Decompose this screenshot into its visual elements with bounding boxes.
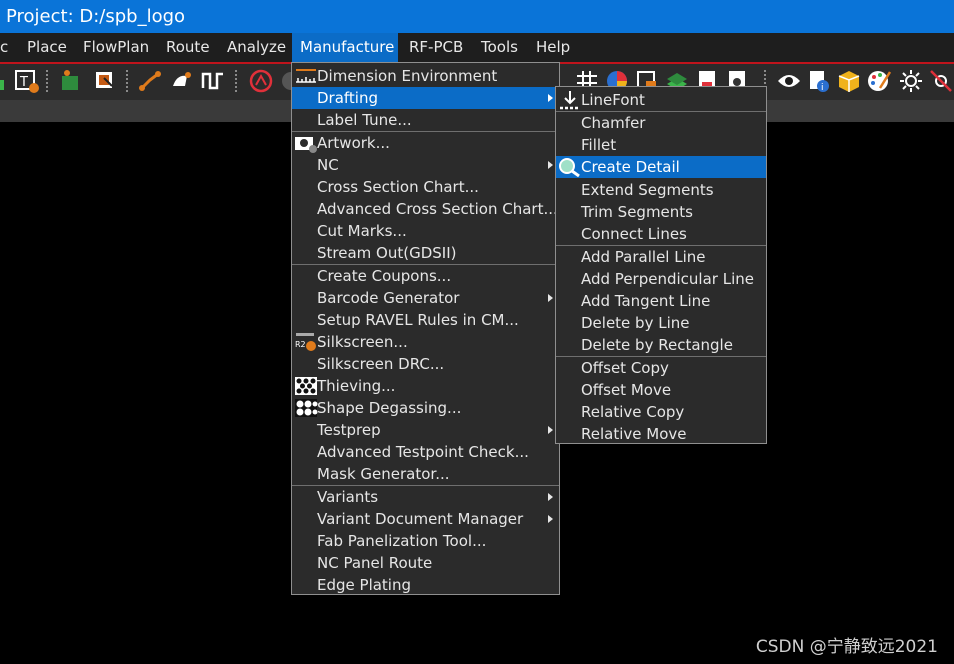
svg-text:i: i [821, 83, 824, 93]
menu-item-offset-copy[interactable]: Offset Copy [556, 357, 766, 379]
menu-item-create-detail[interactable]: Create Detail [556, 156, 766, 178]
menu-item-silkscreen-drc[interactable]: Silkscreen DRC... [292, 353, 559, 375]
thieving-icon [294, 376, 317, 396]
component-icon[interactable] [58, 68, 84, 94]
menu-route[interactable]: Route [158, 33, 218, 62]
menu-item-connect-lines[interactable]: Connect Lines [556, 223, 766, 245]
menu-manufacture[interactable]: Manufacture [292, 33, 398, 62]
linefont-icon [558, 90, 580, 110]
menu-item-chamfer[interactable]: Chamfer [556, 112, 766, 134]
submenu-arrow-icon [548, 94, 553, 102]
disable-icon[interactable] [928, 68, 954, 94]
menu-item-setup-ravel-rules[interactable]: Setup RAVEL Rules in CM... [292, 309, 559, 331]
menu-item-variants[interactable]: Variants [292, 486, 559, 508]
menu-help[interactable]: Help [528, 33, 578, 62]
visibility-eye-icon[interactable] [776, 68, 802, 94]
magnifier-icon [558, 157, 580, 178]
menu-item-add-tangent-line[interactable]: Add Tangent Line [556, 290, 766, 312]
chip-select-icon[interactable] [92, 68, 118, 94]
add-icon[interactable] [0, 68, 6, 94]
brightness-icon[interactable] [898, 68, 924, 94]
svg-text:R2: R2 [295, 340, 306, 349]
menu-item-add-perpendicular-line[interactable]: Add Perpendicular Line [556, 268, 766, 290]
menu-item-trim-segments[interactable]: Trim Segments [556, 201, 766, 223]
menu-item-relative-copy[interactable]: Relative Copy [556, 401, 766, 423]
menu-item-linefont[interactable]: LineFont [556, 89, 766, 111]
window-title: Project: D:/spb_logo [0, 0, 954, 33]
info-document-icon[interactable]: i [806, 68, 832, 94]
submenu-arrow-icon [548, 161, 553, 169]
menu-item-advanced-cross-section-chart[interactable]: Advanced Cross Section Chart... [292, 198, 559, 220]
watermark: CSDN @宁静致远2021 [755, 637, 938, 657]
silkscreen-icon: R2 [294, 332, 316, 352]
menu-item-fab-panelization-tool[interactable]: Fab Panelization Tool... [292, 530, 559, 552]
3d-view-icon[interactable] [836, 68, 862, 94]
menu-item-fillet[interactable]: Fillet [556, 134, 766, 156]
menu-flowplan[interactable]: FlowPlan [75, 33, 157, 62]
manufacture-menu: Dimension Environment Drafting Label Tun… [291, 62, 560, 595]
add-connect-icon[interactable] [138, 68, 164, 94]
menu-item-stream-out[interactable]: Stream Out(GDSII) [292, 242, 559, 264]
camera-icon [294, 133, 317, 153]
toolbar-separator [46, 70, 48, 92]
menu-item-relative-move[interactable]: Relative Move [556, 423, 766, 445]
menu-item-barcode-generator[interactable]: Barcode Generator [292, 287, 559, 309]
menu-item-artwork[interactable]: Artwork... [292, 132, 559, 154]
menu-item-shape-degassing[interactable]: Shape Degassing... [292, 397, 559, 419]
menu-item-delete-by-rectangle[interactable]: Delete by Rectangle [556, 334, 766, 356]
drafting-submenu: LineFont Chamfer Fillet Create Detail Ex… [555, 86, 767, 444]
submenu-arrow-icon [548, 294, 553, 302]
slide-icon[interactable] [168, 68, 194, 94]
toolbar-separator [235, 70, 237, 92]
menu-item-advanced-testpoint-check[interactable]: Advanced Testpoint Check... [292, 441, 559, 463]
menu-item-add-parallel-line[interactable]: Add Parallel Line [556, 246, 766, 268]
palette-icon[interactable] [866, 68, 892, 94]
submenu-arrow-icon [548, 426, 553, 434]
menu-item-variant-document-manager[interactable]: Variant Document Manager [292, 508, 559, 530]
menu-item-thieving[interactable]: Thieving... [292, 375, 559, 397]
menu-rf-pcb[interactable]: RF-PCB [401, 33, 471, 62]
menu-analyze[interactable]: Analyze [219, 33, 294, 62]
menu-item-drafting[interactable]: Drafting [292, 87, 559, 109]
menu-item-silkscreen[interactable]: R2 Silkscreen... [292, 331, 559, 353]
menu-bar: c Place FlowPlan Route Analyze Manufactu… [0, 33, 954, 62]
text-edit-icon[interactable]: T [14, 68, 40, 94]
menu-place[interactable]: Place [19, 33, 75, 62]
menu-item-testprep[interactable]: Testprep [292, 419, 559, 441]
menu-item-cut-marks[interactable]: Cut Marks... [292, 220, 559, 242]
menu-item-extend-segments[interactable]: Extend Segments [556, 179, 766, 201]
menu-item-delete-by-line[interactable]: Delete by Line [556, 312, 766, 334]
menu-item-mask-generator[interactable]: Mask Generator... [292, 463, 559, 485]
menu-partial-c[interactable]: c [0, 33, 16, 62]
menu-item-offset-move[interactable]: Offset Move [556, 379, 766, 401]
toolbar-separator [126, 70, 128, 92]
delay-tune-icon[interactable] [200, 68, 226, 94]
dimension-icon [294, 66, 316, 86]
drc-icon[interactable] [248, 68, 274, 94]
menu-item-nc[interactable]: NC [292, 154, 559, 176]
menu-item-label-tune[interactable]: Label Tune... [292, 109, 559, 131]
menu-tools[interactable]: Tools [473, 33, 526, 62]
menu-item-cross-section-chart[interactable]: Cross Section Chart... [292, 176, 559, 198]
submenu-arrow-icon [548, 515, 553, 523]
submenu-arrow-icon [548, 493, 553, 501]
svg-text:T: T [19, 75, 28, 90]
menu-item-nc-panel-route[interactable]: NC Panel Route [292, 552, 559, 574]
menu-item-dimension-environment[interactable]: Dimension Environment [292, 65, 559, 87]
menu-item-edge-plating[interactable]: Edge Plating [292, 574, 559, 596]
menu-item-create-coupons[interactable]: Create Coupons... [292, 265, 559, 287]
shape-degassing-icon [294, 398, 318, 418]
